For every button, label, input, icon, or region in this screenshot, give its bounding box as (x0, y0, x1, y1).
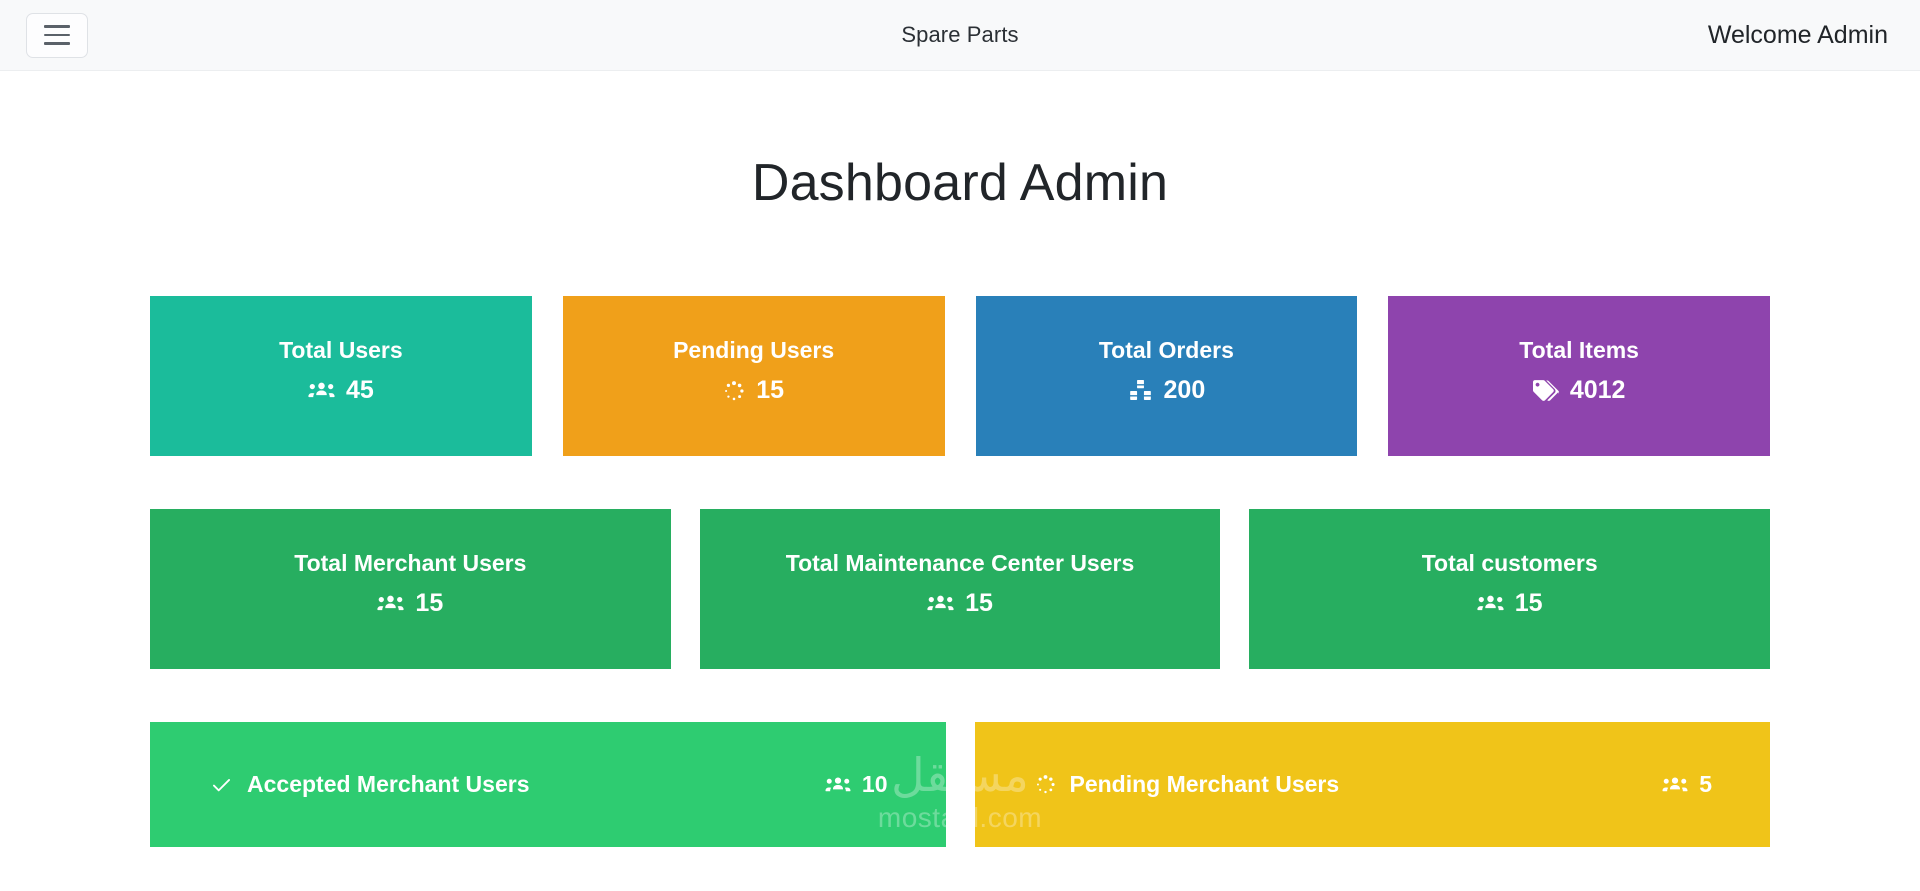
bar-card-value: 10 (861, 771, 888, 797)
users-icon (308, 380, 335, 401)
green-card-value-group: 15 (927, 589, 993, 618)
hamburger-line (44, 25, 70, 28)
stat-card-title: Total Users (279, 336, 403, 363)
green-card-title: Total Merchant Users (294, 550, 527, 576)
green-card-value-group: 15 (1477, 589, 1543, 618)
bar-card-title: Pending Merchant Users (1069, 771, 1340, 797)
hamburger-menu-button[interactable] (26, 12, 88, 58)
users-icon (377, 593, 405, 614)
green-card-value: 15 (415, 589, 444, 617)
stat-card-pending-users[interactable]: Pending Users 15 (562, 296, 945, 456)
bar-card-left-group: Accepted Merchant Users (210, 771, 530, 798)
page-title: Dashboard Admin (751, 154, 1169, 212)
stat-card-value: 4012 (1569, 376, 1626, 405)
green-card-value: 15 (965, 589, 993, 617)
green-card-total-maintenance-center-users[interactable]: Total Maintenance Center Users 15 (699, 509, 1221, 669)
bar-card-right-group: 10 (825, 771, 888, 798)
users-icon (1477, 593, 1504, 614)
stat-card-title: Total Orders (1098, 336, 1234, 363)
green-card-value-group: 15 (377, 589, 443, 618)
dashboard-content: Total Users 45 Pending Users 15 Total Or… (0, 296, 1920, 847)
stat-card-value-group: 45 (308, 376, 374, 405)
green-card-total-merchant-users[interactable]: Total Merchant Users 15 (150, 509, 671, 669)
bar-card-title: Accepted Merchant Users (247, 771, 530, 797)
stat-card-total-users[interactable]: Total Users 45 (150, 296, 532, 456)
spinner-icon (723, 380, 745, 402)
spinner-icon (1035, 774, 1056, 795)
bar-cards-row: Accepted Merchant Users 10 Pending Merch… (150, 722, 1770, 847)
stat-card-value-group: 15 (723, 376, 784, 405)
stat-card-value: 45 (345, 376, 374, 405)
stat-card-title: Total Items (1519, 336, 1639, 363)
navbar-brand[interactable]: Spare Parts (901, 22, 1018, 48)
green-card-title: Total Maintenance Center Users (785, 550, 1135, 576)
user-greeting: Welcome Admin (1707, 20, 1888, 49)
stats-row: Total Users 45 Pending Users 15 Total Or… (150, 296, 1770, 456)
green-card-total-customers[interactable]: Total customers 15 (1249, 509, 1771, 669)
bar-card-value: 5 (1699, 771, 1712, 797)
bar-card-right-group: 5 (1662, 771, 1712, 798)
bar-card-left-group: Pending Merchant Users (1035, 771, 1340, 798)
stat-card-title: Pending Users (673, 336, 835, 363)
bar-card-pending-merchant-users[interactable]: Pending Merchant Users 5 (974, 722, 1770, 847)
green-cards-row: Total Merchant Users 15 Total Maintenanc… (150, 509, 1771, 669)
stat-card-value: 200 (1163, 376, 1206, 405)
green-card-value: 15 (1514, 589, 1543, 617)
hamburger-line (44, 33, 70, 37)
green-card-title: Total customers (1421, 550, 1598, 576)
boxes-icon (1128, 379, 1153, 402)
hamburger-line (44, 42, 70, 45)
stat-card-total-orders[interactable]: Total Orders 200 (975, 296, 1358, 456)
stat-card-total-items[interactable]: Total Items 4012 (1388, 296, 1770, 456)
users-icon (927, 593, 954, 614)
stat-card-value-group: 200 (1128, 376, 1206, 405)
stat-card-value: 15 (756, 376, 785, 405)
users-icon (1662, 775, 1688, 795)
stat-card-value-group: 4012 (1532, 376, 1626, 405)
check-icon (210, 776, 233, 794)
tags-icon (1532, 380, 1559, 402)
bar-card-accepted-merchant-users[interactable]: Accepted Merchant Users 10 (150, 722, 946, 847)
top-navbar: Spare Parts Welcome Admin (0, 0, 1920, 71)
users-icon (825, 775, 851, 795)
